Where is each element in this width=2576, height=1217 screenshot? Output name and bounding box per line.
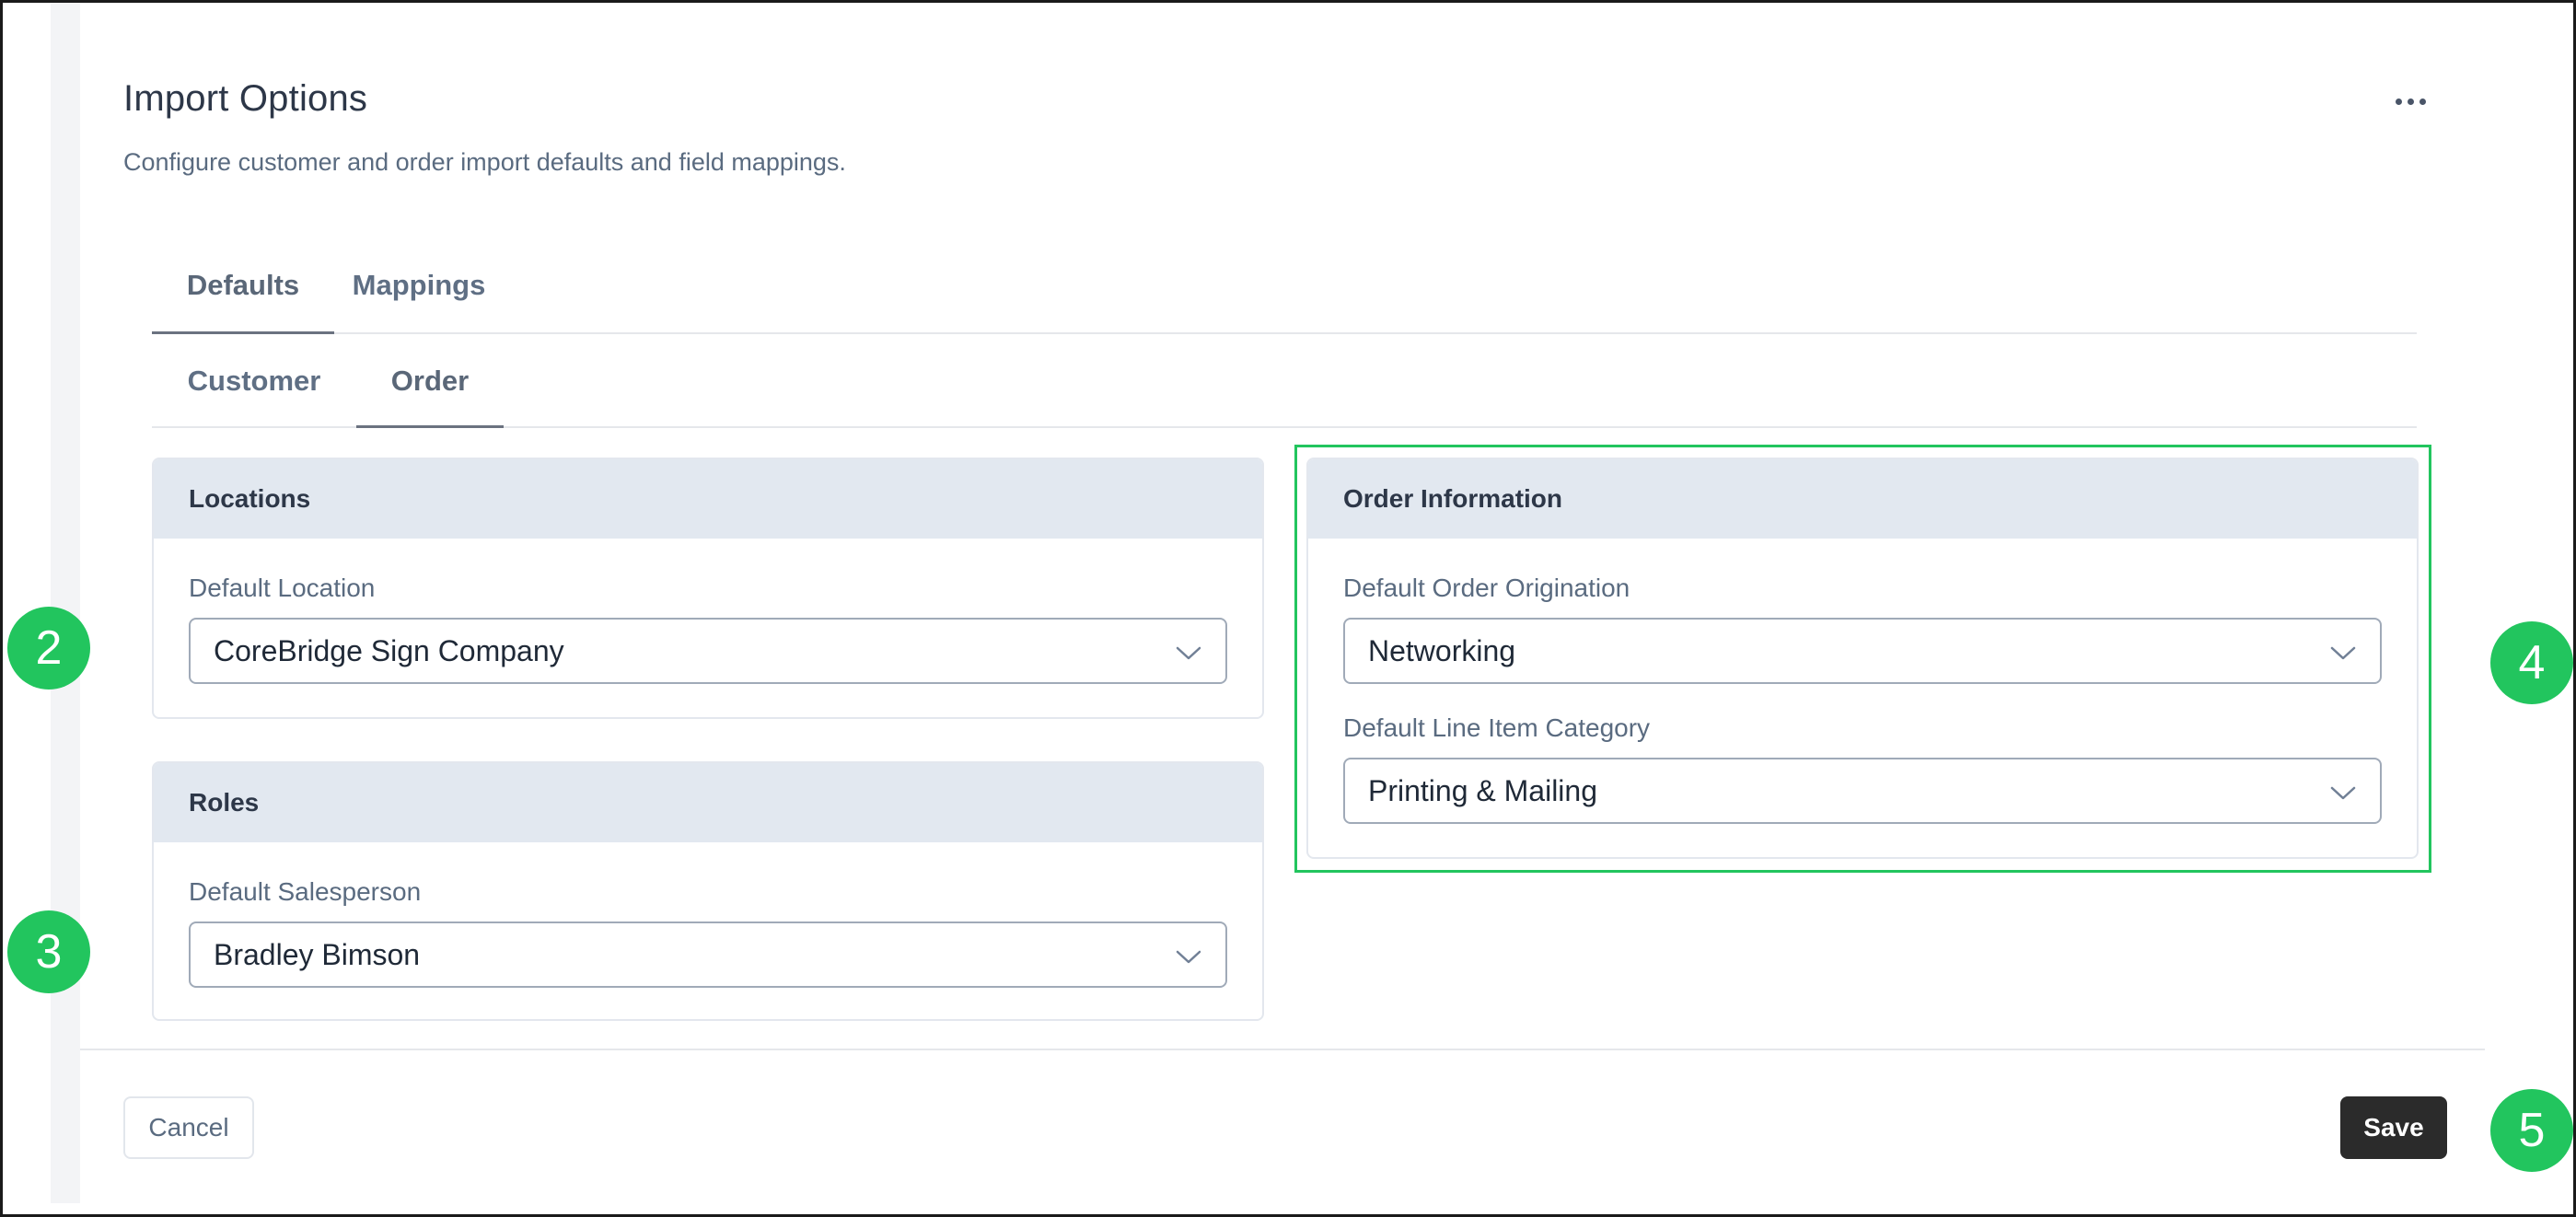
default-location-value: CoreBridge Sign Company (214, 633, 564, 667)
callout-badge-2: 2 (7, 607, 90, 690)
default-salesperson-value: Bradley Bimson (214, 937, 421, 971)
save-button[interactable]: Save (2340, 1096, 2447, 1159)
page-subtitle: Configure customer and order import defa… (123, 148, 846, 176)
tab-order[interactable]: Order (356, 336, 504, 428)
left-background-strip (51, 3, 80, 1203)
default-location-label: Default Location (189, 574, 376, 602)
footer-divider (80, 1049, 2485, 1050)
default-line-item-category-label: Default Line Item Category (1343, 713, 1651, 742)
callout-badge-4: 4 (2490, 621, 2573, 704)
tab-customer[interactable]: Customer (152, 336, 356, 426)
default-line-item-category-value: Printing & Mailing (1368, 773, 1597, 807)
chevron-down-icon (1176, 950, 1201, 964)
more-options-button[interactable] (2387, 86, 2433, 117)
order-information-card-header: Order Information (1308, 459, 2417, 539)
locations-card: Locations Default Location CoreBridge Si… (152, 458, 1264, 719)
secondary-tab-bar: Customer Order (152, 336, 2417, 428)
callout-badge-3: 3 (7, 910, 90, 993)
default-line-item-category-select[interactable]: Printing & Mailing (1343, 758, 2382, 824)
locations-card-header: Locations (154, 459, 1262, 539)
default-order-origination-label: Default Order Origination (1343, 574, 1630, 602)
chevron-down-icon (2330, 646, 2356, 660)
screenshot-frame: Import Options Configure customer and or… (0, 0, 2576, 1217)
default-location-select[interactable]: CoreBridge Sign Company (189, 618, 1227, 684)
primary-tab-bar: Defaults Mappings (152, 238, 2417, 334)
tab-defaults[interactable]: Defaults (152, 238, 334, 334)
chevron-down-icon (2330, 786, 2356, 800)
default-salesperson-label: Default Salesperson (189, 877, 422, 906)
cancel-button[interactable]: Cancel (123, 1096, 254, 1159)
order-information-card: Order Information Default Order Originat… (1306, 458, 2419, 859)
tab-mappings[interactable]: Mappings (334, 238, 504, 332)
default-salesperson-select[interactable]: Bradley Bimson (189, 921, 1227, 988)
roles-card-header: Roles (154, 763, 1262, 842)
callout-badge-5: 5 (2490, 1089, 2573, 1172)
page-title: Import Options (123, 78, 368, 119)
default-order-origination-select[interactable]: Networking (1343, 618, 2382, 684)
default-order-origination-value: Networking (1368, 633, 1516, 667)
chevron-down-icon (1176, 646, 1201, 660)
roles-card: Roles Default Salesperson Bradley Bimson (152, 761, 1264, 1021)
more-horizontal-icon (2395, 98, 2426, 105)
